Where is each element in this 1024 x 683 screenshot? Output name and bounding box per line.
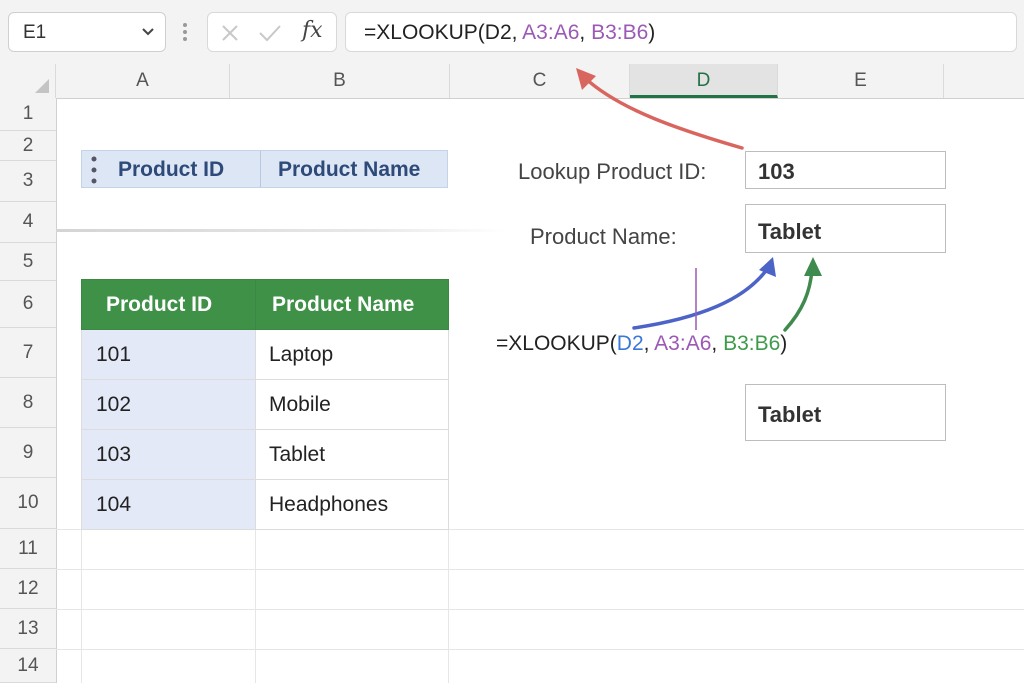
red-arrow: [583, 76, 744, 150]
annotation-overlay: [576, 68, 822, 332]
green-arrowhead: [804, 257, 822, 276]
blue-arrow: [632, 266, 770, 330]
green-arrow: [783, 268, 814, 332]
